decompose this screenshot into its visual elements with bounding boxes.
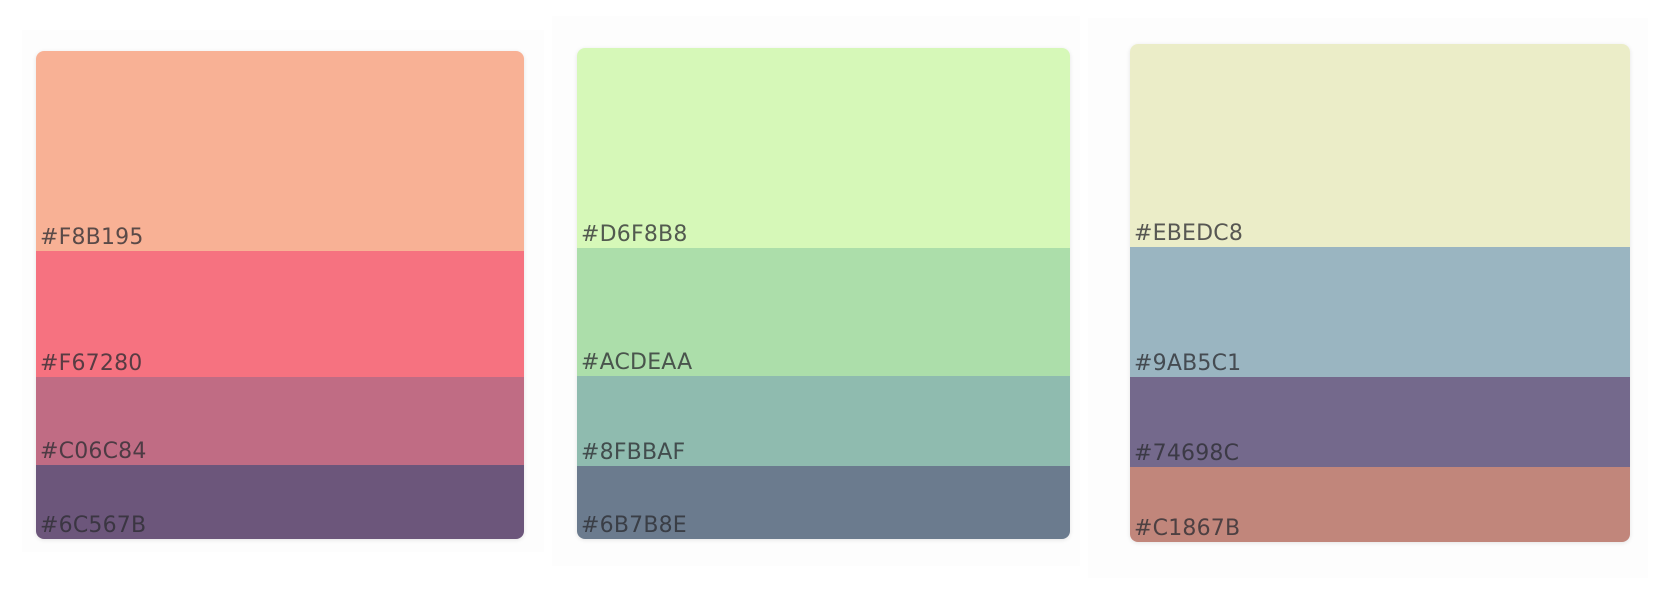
palette-page: #F8B195 #F67280 #C06C84 #6C567B #D6F8B8 …	[0, 0, 1668, 593]
palette-card-2[interactable]: #D6F8B8 #ACDEAA #8FBBAF #6B7B8E	[577, 48, 1070, 539]
hex-code-label: #9AB5C1	[1134, 351, 1242, 376]
hex-code-label: #6B7B8E	[581, 513, 687, 538]
color-swatch[interactable]: #8FBBAF	[577, 376, 1070, 466]
hex-code-label: #C1867B	[1134, 516, 1241, 541]
hex-code-label: #F8B195	[40, 225, 144, 250]
color-swatch[interactable]: #C1867B	[1130, 467, 1630, 542]
hex-code-label: #F67280	[40, 351, 143, 376]
color-swatch[interactable]: #EBEDC8	[1130, 44, 1630, 247]
color-swatch[interactable]: #D6F8B8	[577, 48, 1070, 248]
hex-code-label: #6C567B	[40, 513, 147, 538]
palette-card-3[interactable]: #EBEDC8 #9AB5C1 #74698C #C1867B	[1130, 44, 1630, 542]
hex-code-label: #EBEDC8	[1134, 221, 1244, 246]
hex-code-label: #ACDEAA	[581, 350, 693, 375]
color-swatch[interactable]: #74698C	[1130, 377, 1630, 467]
hex-code-label: #D6F8B8	[581, 222, 688, 247]
color-swatch[interactable]: #F67280	[36, 251, 524, 377]
color-swatch[interactable]: #6C567B	[36, 465, 524, 539]
color-swatch[interactable]: #6B7B8E	[577, 466, 1070, 539]
hex-code-label: #8FBBAF	[581, 440, 686, 465]
palette-card-1[interactable]: #F8B195 #F67280 #C06C84 #6C567B	[36, 51, 524, 539]
color-swatch[interactable]: #9AB5C1	[1130, 247, 1630, 377]
hex-code-label: #74698C	[1134, 441, 1240, 466]
color-swatch[interactable]: #ACDEAA	[577, 248, 1070, 376]
hex-code-label: #C06C84	[40, 439, 147, 464]
color-swatch[interactable]: #F8B195	[36, 51, 524, 251]
color-swatch[interactable]: #C06C84	[36, 377, 524, 465]
